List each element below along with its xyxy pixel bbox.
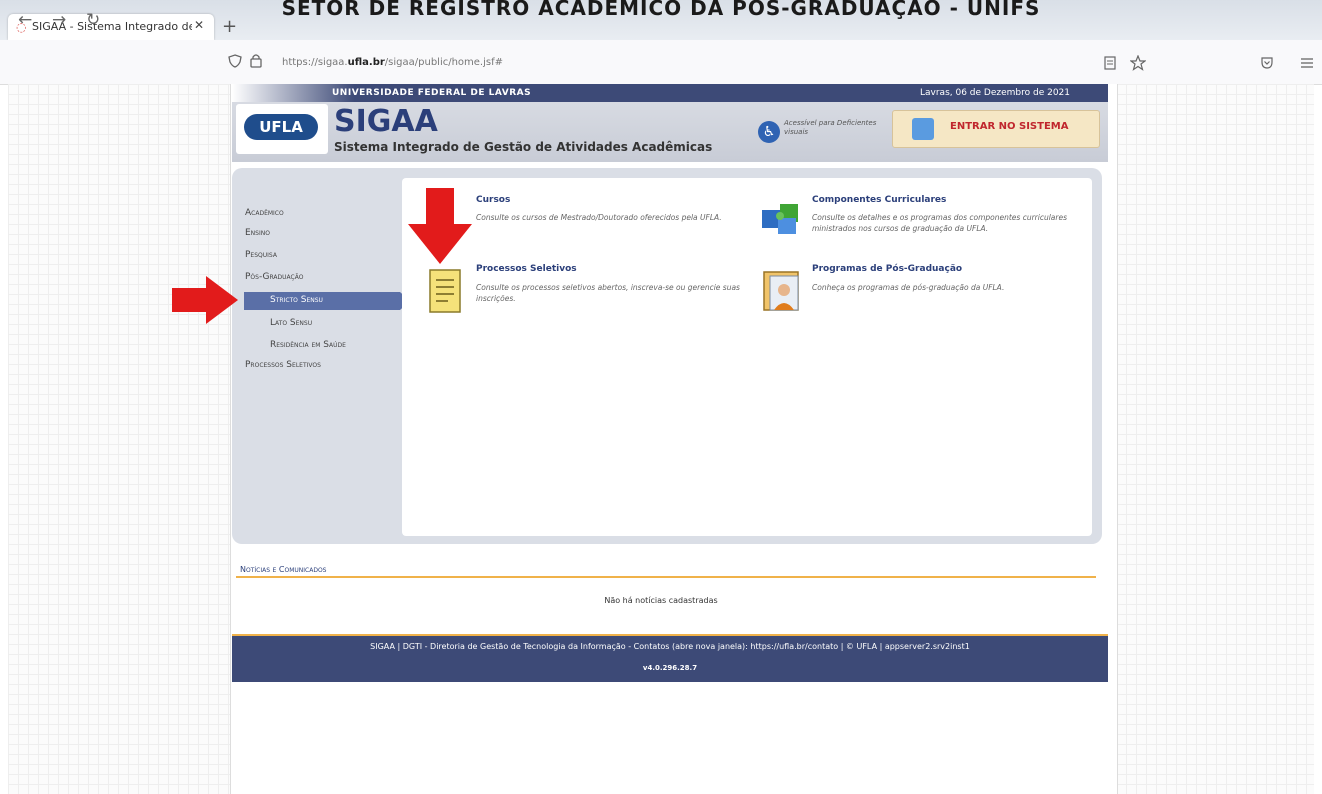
university-name: UNIVERSIDADE FEDERAL DE LAVRAS (332, 88, 532, 98)
footer-text: SIGAA | DGTI - Diretoria de Gestão de Te… (370, 642, 970, 651)
menu-item-lato-sensu[interactable]: Lato Sensu (270, 318, 312, 328)
red-arrow-right-icon (172, 276, 238, 324)
card-processos-desc: Consulte os processos seletivos abertos,… (476, 283, 740, 303)
news-section-title: Notícias e Comunicados (240, 565, 327, 574)
page-background (8, 84, 230, 794)
url-host: ufla.br (347, 57, 385, 68)
forward-icon[interactable]: → (52, 10, 66, 30)
document-icon[interactable] (428, 268, 464, 316)
menu-item-academico[interactable]: Acadêmico (245, 208, 284, 218)
sigaa-subtitle: Sistema Integrado de Gestão de Atividade… (334, 140, 713, 154)
login-icon (912, 118, 934, 140)
card-cursos-title[interactable]: Cursos (476, 195, 510, 205)
pocket-icon[interactable] (1260, 56, 1274, 70)
page-background (1116, 84, 1314, 794)
back-icon[interactable]: ← (18, 10, 32, 30)
reader-view-icon[interactable] (1104, 56, 1116, 70)
ufla-logo-mark: UFLA (244, 114, 318, 140)
tab-close-icon[interactable]: ✕ (194, 18, 204, 32)
shield-icon (228, 54, 242, 68)
card-cursos-desc: Consulte os cursos de Mestrado/Doutorado… (476, 213, 722, 222)
menu-item-residencia-saude[interactable]: Residência em Saúde (270, 340, 346, 350)
news-empty-message: Não há notícias cadastradas (604, 596, 718, 605)
red-arrow-down-icon (408, 188, 472, 264)
card-programas-desc: Conheça os programas de pós-graduação da… (812, 283, 1005, 292)
menu-item-pesquisa[interactable]: Pesquisa (245, 250, 277, 260)
menu-item-stricto-sensu[interactable]: Stricto Sensu (270, 295, 323, 305)
bookmark-star-icon[interactable] (1130, 55, 1146, 71)
card-programas-title[interactable]: Programas de Pós-Graduação (812, 264, 962, 274)
news-divider (236, 576, 1096, 578)
card-processos-title[interactable]: Processos Seletivos (476, 264, 577, 274)
menu-item-pos-graduacao[interactable]: Pós-Graduação (245, 272, 303, 282)
hamburger-menu-icon[interactable] (1300, 57, 1314, 69)
url-prefix: https://sigaa. (282, 57, 348, 68)
url-text: https://sigaa.ufla.br/sigaa/public/home.… (282, 57, 503, 68)
puzzle-icon[interactable] (760, 198, 804, 238)
accessibility-icon[interactable]: ♿ (758, 121, 780, 143)
card-componentes-desc: Consulte os detalhes e os programas dos … (812, 213, 1068, 233)
accessibility-link[interactable]: Acessível para Deficientes visuais (784, 119, 882, 137)
sigaa-title: SIGAA (334, 104, 438, 139)
person-folder-icon[interactable] (762, 268, 804, 314)
url-path: /sigaa/public/home.jsf# (384, 57, 503, 68)
card-componentes-title[interactable]: Componentes Curriculares (812, 195, 946, 205)
menu-item-ensino[interactable]: Ensino (245, 228, 270, 238)
reload-icon[interactable]: ↻ (86, 10, 100, 30)
login-button-label[interactable]: ENTRAR NO SISTEMA (950, 121, 1068, 132)
page-banner: SETOR DE REGISTRO ACADÊMICO DA PÓS-GRADU… (281, 0, 1041, 20)
footer-version: v4.0.296.28.7 (642, 664, 698, 672)
current-date: Lavras, 06 de Dezembro de 2021 (920, 88, 1070, 98)
lock-icon (250, 54, 262, 68)
menu-item-processos-seletivos[interactable]: Processos Seletivos (245, 360, 321, 370)
